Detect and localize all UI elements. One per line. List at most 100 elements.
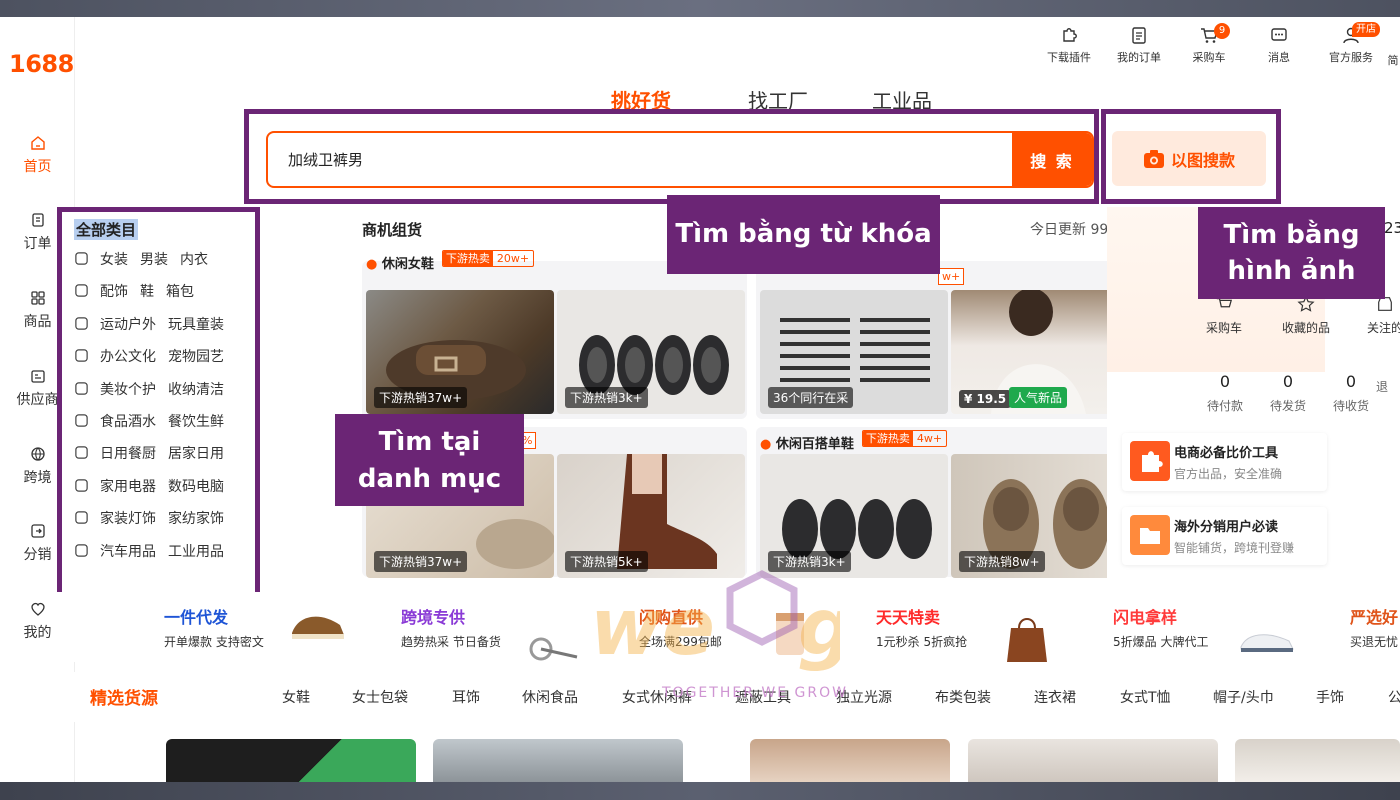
category-link[interactable]: 内衣	[180, 252, 208, 268]
camera-icon	[75, 479, 88, 492]
callout-keyword-search: Tìm bằng từ khóa	[667, 195, 940, 274]
toolbar-label: 我的订单	[1117, 51, 1161, 64]
category-link[interactable]: 家用电器	[100, 479, 156, 495]
category-link[interactable]: 汽车用品	[100, 544, 156, 560]
message-icon	[1271, 28, 1287, 41]
count-refund[interactable]: 退	[1376, 372, 1400, 395]
category-link[interactable]: 食品酒水	[100, 414, 156, 430]
promo-title: 天天特卖	[876, 608, 941, 627]
promo-title: 闪电拿样	[1113, 608, 1178, 627]
category-link[interactable]: 鞋	[140, 284, 154, 300]
sidebar-item-label: 分销	[23, 547, 52, 563]
promo-item[interactable]: 闪电拿样 5折爆品 大牌代工	[1113, 604, 1208, 650]
shortcut-following[interactable]: 关注的	[1350, 295, 1400, 336]
toolbar-download-plugin[interactable]: 下载插件	[1036, 25, 1102, 65]
promo-item[interactable]: 闪购直供 全场满299包邮	[639, 604, 722, 650]
category-link[interactable]: 收纳清洁	[168, 382, 224, 398]
category-row: 食品酒水 餐饮生鲜	[74, 411, 236, 431]
product-thumbnail[interactable]	[166, 739, 416, 782]
sales-label: 下游热销3k+	[768, 551, 851, 572]
count-pending-payment[interactable]: 0 待付款	[1195, 372, 1255, 414]
folder-icon	[1130, 515, 1170, 555]
card-header: ● 休闲女鞋 下游热卖 20w+	[366, 250, 535, 272]
promo-item[interactable]: 跨境专供 趋势热采 节日备货	[401, 604, 501, 650]
callout-line: hình ảnh	[1227, 256, 1356, 286]
product-thumbnail[interactable]	[1235, 739, 1400, 782]
category-link[interactable]: 餐饮生鲜	[168, 414, 224, 430]
category-link[interactable]: 男装	[140, 252, 168, 268]
featured-tab[interactable]: 耳饰	[452, 687, 480, 707]
count-pending-shipment[interactable]: 0 待发货	[1258, 372, 1318, 414]
category-link[interactable]: 运动户外	[100, 317, 156, 333]
puzzle-icon	[1130, 441, 1170, 481]
shortcut-cart[interactable]: 采购车	[1189, 295, 1259, 336]
product-thumbnail[interactable]	[750, 739, 950, 782]
sales-label: 下游热销8w+	[959, 551, 1045, 572]
tool-price-compare[interactable]: 电商必备比价工具 官方出品，安全准确	[1122, 433, 1327, 491]
all-categories-title[interactable]: 全部类目	[74, 219, 139, 240]
folder-glyph	[1140, 528, 1160, 544]
category-link[interactable]: 日用餐厨	[100, 446, 156, 462]
shortcut-label: 收藏的品	[1281, 321, 1330, 335]
count-label: 待收货	[1332, 399, 1369, 413]
grid-icon	[30, 291, 45, 305]
count-label: 待发货	[1269, 399, 1306, 413]
tool-overseas-distribution[interactable]: 海外分销用户必读 智能铺货，跨境刊登赚	[1122, 507, 1327, 565]
featured-tab[interactable]: 公	[1388, 687, 1400, 707]
featured-tab[interactable]: 帽子/头巾	[1213, 687, 1274, 707]
category-link[interactable]: 办公文化	[100, 349, 156, 365]
product-image[interactable]: 下游热销37w+	[366, 290, 554, 414]
product-thumbnail[interactable]	[968, 739, 1218, 782]
promo-item[interactable]: 天天特卖 1元秒杀 5折疯抢	[876, 604, 967, 650]
promo-title: 严选好	[1350, 608, 1399, 627]
order-icon	[31, 213, 44, 227]
promo-item[interactable]: 严选好 买退无忧	[1350, 604, 1398, 650]
featured-tab[interactable]: 手饰	[1316, 687, 1344, 707]
category-link[interactable]: 工业用品	[168, 544, 224, 560]
category-link[interactable]: 玩具童装	[168, 317, 224, 333]
apple-icon	[75, 414, 88, 427]
shortcut-label: 采购车	[1205, 321, 1242, 335]
toolbar-cart[interactable]: 9 采购车	[1176, 23, 1242, 65]
category-link[interactable]: 家纺家饰	[168, 511, 224, 527]
callout-category-search: Tìm tại danh mục	[335, 414, 524, 506]
product-image[interactable]: 下游热销5k+	[557, 454, 745, 578]
logo-1688[interactable]: 1688	[9, 50, 74, 78]
product-image[interactable]: 36个同行在采	[760, 290, 948, 414]
shortcut-favorites[interactable]: 收藏的品	[1271, 295, 1341, 336]
category-link[interactable]: 箱包	[166, 284, 194, 300]
toolbar-messages[interactable]: 消息	[1246, 25, 1312, 65]
toolbar-more[interactable]: 简	[1383, 52, 1400, 68]
count-pending-receipt[interactable]: 0 待收货	[1321, 372, 1381, 414]
featured-tab[interactable]: 布类包装	[935, 687, 991, 707]
category-link[interactable]: 居家日用	[168, 446, 224, 462]
featured-tab[interactable]: 女式T恤	[1120, 687, 1171, 707]
bag-icon	[75, 349, 88, 362]
sidebar-item-label: 我的	[23, 625, 52, 641]
product-image[interactable]: 下游热销3k+	[557, 290, 745, 414]
product-image[interactable]: 下游热销3k+	[760, 454, 948, 578]
category-link[interactable]: 女装	[100, 252, 128, 268]
featured-tab[interactable]: 休闲食品	[522, 687, 578, 707]
toolbar-label: 官方服务	[1329, 51, 1373, 64]
toolbar-label: 简	[1387, 54, 1399, 67]
category-link[interactable]: 配饰	[100, 284, 128, 300]
image-search-highlight	[1101, 109, 1281, 204]
sidebar-item-label: 商品	[23, 314, 52, 330]
promo-item[interactable]: 一件代发 开单爆款 支持密文	[164, 604, 264, 650]
edge-number: 23	[1384, 219, 1400, 237]
category-link[interactable]: 美妆个护	[100, 382, 156, 398]
category-link[interactable]: 宠物园艺	[168, 349, 224, 365]
category-link[interactable]: 数码电脑	[168, 479, 224, 495]
toolbar-official-service[interactable]: 开店 官方服务	[1318, 22, 1384, 65]
category-link[interactable]: 家装灯饰	[100, 511, 156, 527]
product-thumbnail[interactable]	[433, 739, 683, 782]
supplier-icon	[30, 370, 45, 383]
featured-tab[interactable]: 连衣裙	[1034, 687, 1076, 707]
tool-subtitle: 智能铺货，跨境刊登赚	[1174, 541, 1295, 555]
featured-tab[interactable]: 女鞋	[282, 687, 310, 707]
toolbar-my-orders[interactable]: 我的订单	[1106, 25, 1172, 65]
featured-tab[interactable]: 女士包袋	[352, 687, 408, 707]
sidebar-item-home[interactable]: 首页	[0, 135, 75, 176]
open-store-badge: 开店	[1352, 22, 1380, 37]
